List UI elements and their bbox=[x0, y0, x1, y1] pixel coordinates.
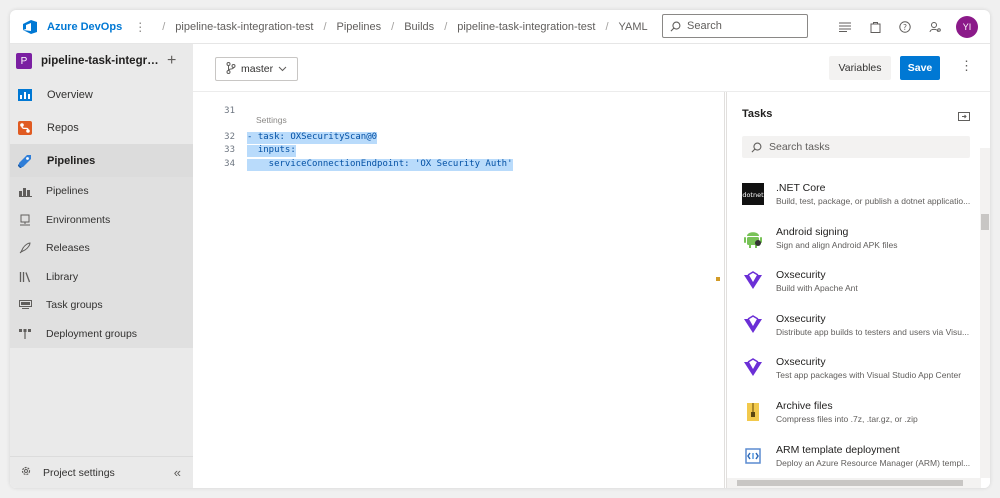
more-actions-icon[interactable]: ⋮ bbox=[960, 58, 973, 74]
code-line: 31 bbox=[193, 106, 247, 118]
chevron-down-icon bbox=[278, 63, 287, 75]
brand-name[interactable]: Azure DevOps bbox=[47, 21, 122, 33]
svg-text:?: ? bbox=[903, 23, 907, 32]
arm-template-icon bbox=[742, 445, 764, 467]
task-list: dotnet .NET Core Build, test, package, o… bbox=[742, 180, 977, 485]
dotnet-icon: dotnet bbox=[742, 183, 764, 205]
repos-icon bbox=[16, 119, 34, 137]
branch-selector[interactable]: master bbox=[215, 57, 299, 81]
sidebar-item-repos[interactable]: Repos bbox=[10, 111, 193, 144]
help-icon[interactable]: ? bbox=[890, 15, 920, 39]
settings-codelens[interactable]: Settings bbox=[256, 115, 287, 125]
search-icon bbox=[670, 21, 681, 31]
tasks-title: Tasks bbox=[742, 108, 773, 120]
sidebar: P pipeline-task-integration-test + Overv… bbox=[10, 44, 193, 488]
task-groups-icon bbox=[18, 298, 32, 312]
sidebar-subitem-pipelines[interactable]: Pipelines bbox=[10, 177, 193, 206]
user-settings-icon[interactable] bbox=[920, 15, 950, 39]
oxsecurity-icon bbox=[742, 357, 764, 379]
sidebar-item-pipelines[interactable]: Pipelines bbox=[10, 144, 193, 177]
branch-name: master bbox=[241, 63, 274, 75]
expand-panel-icon[interactable] bbox=[958, 108, 970, 126]
environments-icon bbox=[18, 213, 32, 227]
pipelines-sub-icon bbox=[18, 184, 32, 198]
yaml-editor[interactable]: 31 Settings 32 - task: OXSecurityScan@0 … bbox=[193, 92, 726, 488]
project-settings-label: Project settings bbox=[43, 466, 115, 479]
project-badge: P bbox=[16, 53, 32, 69]
avatar[interactable]: YI bbox=[956, 16, 978, 38]
variables-button[interactable]: Variables bbox=[829, 56, 891, 80]
breadcrumb-pipeline[interactable]: pipeline-task-integration-test bbox=[457, 21, 595, 33]
horizontal-scrollbar[interactable] bbox=[727, 478, 981, 488]
breadcrumb-yaml[interactable]: YAML bbox=[619, 21, 648, 33]
azure-devops-logo-icon[interactable] bbox=[22, 19, 38, 35]
svg-text:dotnet: dotnet bbox=[742, 191, 764, 199]
android-icon bbox=[742, 227, 764, 249]
list-item[interactable]: Oxsecurity Build with Apache Ant bbox=[742, 267, 977, 311]
list-icon[interactable] bbox=[830, 15, 860, 39]
vertical-scrollbar-thumb[interactable] bbox=[981, 214, 989, 230]
project-name[interactable]: pipeline-task-integration-test bbox=[41, 55, 159, 67]
overview-ruler-marker bbox=[716, 277, 720, 281]
line-number: 32 bbox=[224, 132, 235, 142]
list-item[interactable]: Android signing Sign and align Android A… bbox=[742, 224, 977, 268]
line-number: 33 bbox=[224, 145, 235, 155]
list-item[interactable]: Oxsecurity Distribute app builds to test… bbox=[742, 311, 977, 355]
project-settings[interactable]: Project settings « bbox=[10, 456, 193, 488]
horizontal-scrollbar-thumb[interactable] bbox=[737, 480, 963, 486]
sidebar-subitem-releases[interactable]: Releases bbox=[10, 234, 193, 263]
breadcrumb-builds[interactable]: Builds bbox=[404, 21, 434, 33]
branch-icon bbox=[226, 61, 236, 77]
sidebar-subitem-library[interactable]: Library bbox=[10, 263, 193, 292]
code-line: 34 serviceConnectionEndpoint: 'OX Securi… bbox=[193, 159, 513, 171]
oxsecurity-icon bbox=[742, 270, 764, 292]
code-text: inputs: bbox=[247, 145, 296, 157]
code-line: 32 - task: OXSecurityScan@0 bbox=[193, 132, 378, 144]
breadcrumb-pipelines[interactable]: Pipelines bbox=[337, 21, 382, 33]
library-icon bbox=[18, 270, 32, 284]
overview-icon bbox=[16, 86, 34, 104]
task-search-placeholder: Search tasks bbox=[769, 141, 830, 153]
breadcrumb-project[interactable]: pipeline-task-integration-test bbox=[175, 21, 313, 33]
code-text: serviceConnectionEndpoint: 'OX Security … bbox=[247, 159, 513, 171]
list-item[interactable]: dotnet .NET Core Build, test, package, o… bbox=[742, 180, 977, 224]
editor-toolbar: master Variables Save ⋮ bbox=[193, 44, 990, 92]
line-number: 34 bbox=[224, 159, 235, 169]
code-line: 33 inputs: bbox=[193, 145, 296, 157]
top-bar: Azure DevOps ⋮ / pipeline-task-integrati… bbox=[10, 10, 990, 44]
project-header[interactable]: P pipeline-task-integration-test + bbox=[10, 44, 193, 78]
deployment-groups-icon bbox=[18, 327, 32, 341]
archive-icon bbox=[742, 401, 764, 423]
search-input[interactable]: Search bbox=[662, 14, 808, 38]
task-search-input[interactable]: Search tasks bbox=[742, 136, 970, 158]
line-number: 31 bbox=[224, 106, 235, 116]
sidebar-subitem-environments[interactable]: Environments bbox=[10, 206, 193, 235]
gear-icon bbox=[20, 465, 32, 480]
top-icons: ? YI bbox=[830, 15, 978, 39]
pipelines-submenu: Pipelines Environments Releases Library bbox=[10, 177, 193, 348]
code-text: - task: OXSecurityScan@0 bbox=[247, 132, 378, 144]
save-button[interactable]: Save bbox=[900, 56, 940, 80]
collapse-sidebar-icon[interactable]: « bbox=[174, 465, 181, 480]
more-options-icon[interactable]: ⋮ bbox=[134, 20, 146, 34]
search-icon bbox=[751, 142, 762, 152]
pipelines-icon bbox=[16, 152, 34, 170]
list-item[interactable]: Oxsecurity Test app packages with Visual… bbox=[742, 354, 977, 398]
add-icon[interactable]: + bbox=[167, 52, 176, 70]
sidebar-subitem-task-groups[interactable]: Task groups bbox=[10, 291, 193, 320]
app-window: Azure DevOps ⋮ / pipeline-task-integrati… bbox=[10, 10, 990, 488]
list-item[interactable]: Archive files Compress files into .7z, .… bbox=[742, 398, 977, 442]
vertical-scrollbar[interactable] bbox=[980, 148, 990, 478]
sidebar-subitem-deployment-groups[interactable]: Deployment groups bbox=[10, 320, 193, 349]
oxsecurity-icon bbox=[742, 314, 764, 336]
search-placeholder: Search bbox=[687, 20, 722, 32]
sidebar-item-overview[interactable]: Overview bbox=[10, 78, 193, 111]
rocket-icon bbox=[18, 241, 32, 255]
tasks-panel: Tasks Search tasks dotnet .NET Core Buil… bbox=[726, 92, 990, 488]
breadcrumb: / pipeline-task-integration-test / Pipel… bbox=[162, 20, 648, 33]
editor-divider bbox=[724, 92, 725, 488]
marketplace-icon[interactable] bbox=[860, 15, 890, 39]
